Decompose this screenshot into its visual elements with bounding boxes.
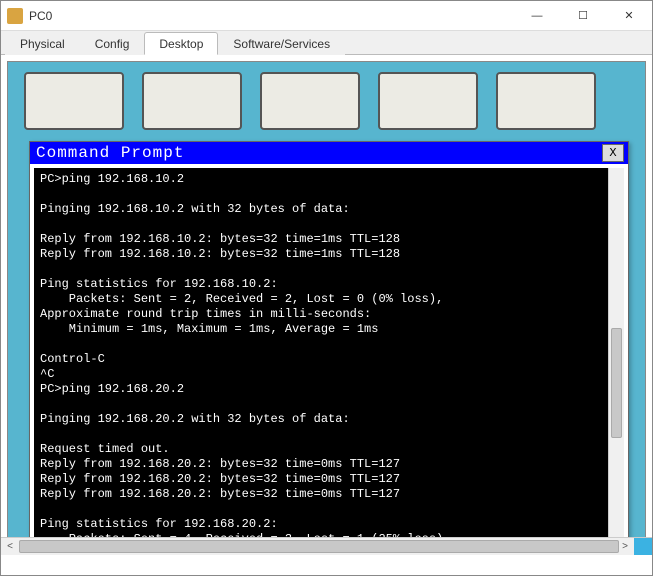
horizontal-scroll-thumb[interactable] xyxy=(19,540,619,553)
desktop-shortcut-icon[interactable] xyxy=(378,72,478,130)
window-titlebar: PC0 — ☐ ✕ xyxy=(1,1,652,31)
horizontal-scrollbar[interactable]: < > xyxy=(1,537,652,555)
app-icon xyxy=(7,8,23,24)
desktop-shortcut-icon[interactable] xyxy=(24,72,124,130)
command-prompt-output[interactable]: PC>ping 192.168.10.2 Pinging 192.168.10.… xyxy=(34,168,608,555)
scroll-corner xyxy=(634,538,652,556)
desktop-shortcut-icon[interactable] xyxy=(496,72,596,130)
scrollbar-thumb[interactable] xyxy=(611,328,622,438)
close-button[interactable]: ✕ xyxy=(606,1,652,30)
tab-software-services[interactable]: Software/Services xyxy=(218,32,345,55)
tab-desktop[interactable]: Desktop xyxy=(144,32,218,55)
desktop-shortcut-icon[interactable] xyxy=(142,72,242,130)
maximize-button[interactable]: ☐ xyxy=(560,1,606,30)
horizontal-scroll-track[interactable] xyxy=(19,538,616,555)
window-title: PC0 xyxy=(29,9,514,23)
desktop-shortcut-icon[interactable] xyxy=(260,72,360,130)
tab-bar: Physical Config Desktop Software/Service… xyxy=(1,31,652,55)
command-prompt-close-button[interactable]: X xyxy=(602,144,624,162)
desktop-area: Command Prompt X PC>ping 192.168.10.2 Pi… xyxy=(1,55,652,555)
desktop-icon-row xyxy=(8,62,645,140)
scroll-left-button[interactable]: < xyxy=(1,539,19,555)
tab-config[interactable]: Config xyxy=(80,32,145,55)
minimize-button[interactable]: — xyxy=(514,1,560,30)
command-prompt-window: Command Prompt X PC>ping 192.168.10.2 Pi… xyxy=(29,141,629,555)
command-prompt-title: Command Prompt xyxy=(36,144,602,162)
tab-physical[interactable]: Physical xyxy=(5,32,80,55)
command-prompt-titlebar[interactable]: Command Prompt X xyxy=(30,142,628,164)
command-prompt-scrollbar[interactable] xyxy=(608,168,624,555)
